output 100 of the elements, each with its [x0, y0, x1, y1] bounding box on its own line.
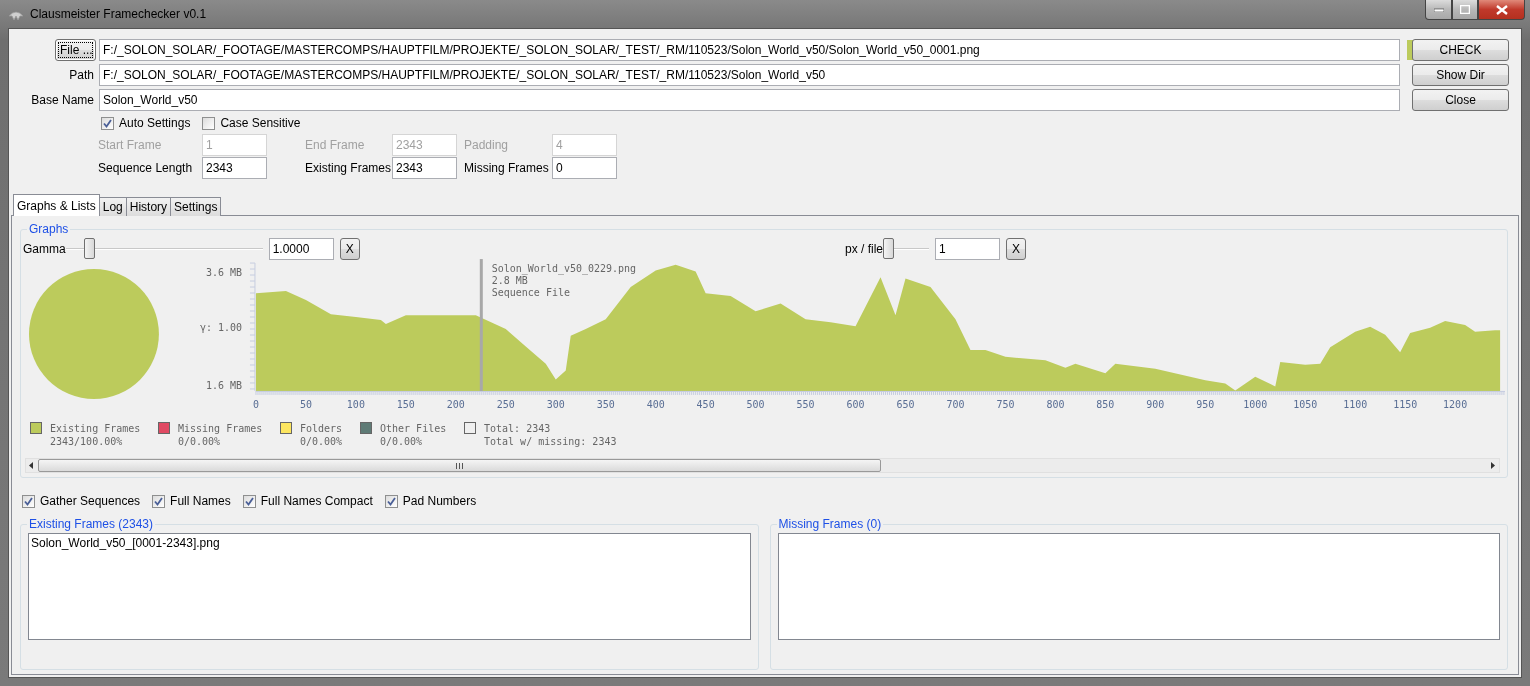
- checkbox[interactable]: Full Names: [152, 494, 231, 508]
- field-label: Path: [69, 68, 95, 82]
- slider-handle[interactable]: [883, 238, 894, 259]
- axis-label: 1100: [1343, 398, 1368, 408]
- axis-label: 150: [396, 398, 415, 408]
- list-box[interactable]: [777, 533, 1500, 640]
- input-field[interactable]: Solon_World_v50: [99, 89, 1400, 111]
- input-field[interactable]: 2343: [202, 157, 267, 179]
- axis-label: 400: [646, 398, 665, 408]
- axis-label: 950: [1196, 398, 1215, 408]
- tab[interactable]: Graphs & Lists: [13, 194, 100, 216]
- legend-label: Missing Frames: [178, 422, 263, 435]
- checkbox[interactable]: Gather Sequences: [22, 494, 141, 508]
- axis-label: 500: [746, 398, 765, 408]
- axis-label: 100: [346, 398, 365, 408]
- slider-handle[interactable]: [84, 238, 96, 259]
- axis-label: 800: [1046, 398, 1065, 408]
- horizontal-scrollbar[interactable]: [25, 458, 1500, 473]
- action-button[interactable]: Close: [1412, 89, 1509, 111]
- legend-label: Other Files: [380, 422, 447, 435]
- checkmark-icon: [386, 496, 396, 506]
- legend-value: 0/0.00%: [178, 435, 222, 448]
- maximize-button[interactable]: [1452, 0, 1478, 20]
- axis-label: 50: [299, 398, 312, 408]
- minimize-button[interactable]: [1425, 0, 1452, 20]
- input-field[interactable]: F:/_SOLON_SOLAR/_FOOTAGE/MASTERCOMPS/HAUPTFILM/PROJEKTE/_SOLON_SOLAR/_TEST/_RM/110523/Solon_World_v50: [99, 64, 1400, 86]
- checkbox[interactable]: Case Sensitive: [202, 116, 301, 130]
- legend-value: 2343/100.00%: [50, 435, 124, 448]
- legend-value: 0/0.00%: [300, 435, 343, 448]
- axis-label: 1.6 MB: [205, 380, 242, 392]
- tab[interactable]: Log: [98, 197, 127, 216]
- tab[interactable]: History: [125, 197, 172, 216]
- axis-label: 3.6 MB: [205, 266, 242, 278]
- field-label: Base Name: [31, 93, 95, 107]
- cursor-info: Solon_World_v50_0229.png 2.8 MB Sequence File: [491, 263, 636, 299]
- list-item[interactable]: Solon_World_v50_[0001-2343].png: [31, 536, 748, 550]
- axis-label: 750: [996, 398, 1015, 408]
- axis-label: 1200: [1443, 398, 1468, 408]
- axis-label: 550: [796, 398, 815, 408]
- right-arrow-icon: [1491, 462, 1496, 469]
- input-field[interactable]: 2343: [392, 157, 457, 179]
- axis-label: 300: [546, 398, 565, 408]
- grip-icon: [456, 462, 463, 469]
- close-button[interactable]: [1478, 0, 1525, 20]
- checkmark-icon: [244, 496, 254, 506]
- checkmark-icon: [24, 496, 33, 506]
- legend-label: Folders: [300, 422, 343, 435]
- legend-value: 0/0.00%: [380, 435, 424, 448]
- slider-label: Gamma: [23, 242, 66, 256]
- input-field[interactable]: 1.0000: [268, 238, 334, 260]
- axis-label: 350: [596, 398, 615, 408]
- maximize-icon: [1460, 5, 1470, 14]
- slider-label: px / file: [845, 242, 883, 256]
- input-field[interactable]: 0: [552, 157, 617, 179]
- checkbox[interactable]: Pad Numbers: [384, 494, 477, 508]
- file-button[interactable]: File ...: [55, 39, 96, 61]
- axis-label: 250: [496, 398, 515, 408]
- axis-label: 1000: [1243, 398, 1268, 408]
- legend-label: Total: 2343: [484, 422, 552, 435]
- axis-label: 900: [1146, 398, 1165, 408]
- checkmark-icon: [154, 496, 164, 506]
- action-button[interactable]: CHECK: [1412, 39, 1509, 61]
- close-icon: [1495, 4, 1508, 15]
- axis-label: 200: [446, 398, 465, 408]
- axis-label: 1050: [1293, 398, 1318, 408]
- input-field[interactable]: F:/_SOLON_SOLAR/_FOOTAGE/MASTERCOMPS/HAUPTFILM/PROJEKTE/_SOLON_SOLAR/_TEST/_RM/110523/Solon_World_v50/Solon_World_v50_0001.png: [99, 39, 1400, 61]
- field-label: End Frame: [305, 138, 366, 152]
- reset-button[interactable]: X: [339, 238, 360, 260]
- legend-label: Existing Frames: [50, 422, 141, 435]
- checkbox[interactable]: Full Names Compact: [242, 494, 373, 508]
- input-field[interactable]: 1: [935, 238, 1000, 260]
- action-button[interactable]: Show Dir: [1412, 64, 1509, 86]
- field-label: Missing Frames: [464, 161, 550, 175]
- axis-label: 1150: [1393, 398, 1418, 408]
- slider[interactable]: [883, 238, 929, 260]
- checkmark-icon: [103, 118, 112, 128]
- field-label: Sequence Length: [98, 161, 194, 175]
- slider[interactable]: [65, 238, 263, 260]
- reset-button[interactable]: X: [1006, 238, 1026, 260]
- group-title: Existing Frames (2343): [28, 517, 155, 531]
- group-title: Missing Frames (0): [777, 517, 883, 531]
- checkbox[interactable]: Auto Settings: [101, 116, 191, 130]
- field-label: Start Frame: [98, 138, 163, 152]
- left-arrow-icon: [29, 462, 34, 469]
- axis-label: 450: [696, 398, 715, 408]
- axis-label: 700: [946, 398, 965, 408]
- legend-value: Total w/ missing: 2343: [484, 435, 617, 448]
- field-label: Padding: [464, 138, 510, 152]
- list-box[interactable]: Solon_World_v50_[0001-2343].png: [28, 533, 751, 640]
- axis-label: 0: [252, 398, 259, 408]
- minimize-icon: [1433, 7, 1444, 12]
- scrollbar-thumb[interactable]: [38, 459, 881, 472]
- gamma-readout: γ: 1.00: [199, 322, 242, 333]
- group-title: Graphs: [28, 222, 70, 236]
- field-label: Existing Frames: [305, 161, 392, 175]
- axis-label: 600: [846, 398, 865, 408]
- axis-label: 650: [896, 398, 915, 408]
- window-title: Clausmeister Framechecker v0.1: [30, 7, 207, 21]
- tab[interactable]: Settings: [170, 197, 222, 216]
- axis-label: 850: [1096, 398, 1115, 408]
